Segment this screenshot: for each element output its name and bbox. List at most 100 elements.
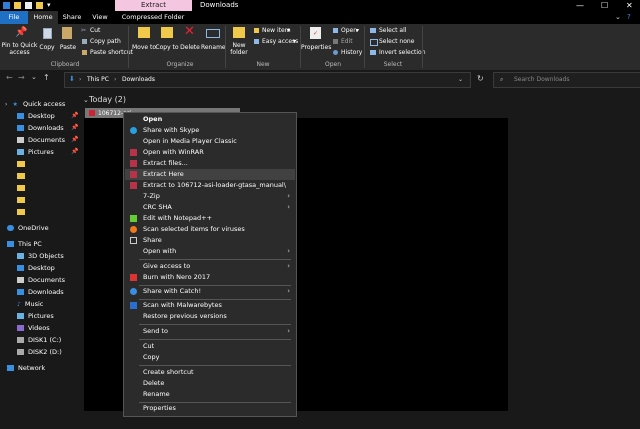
- nav-desktop[interactable]: Desktop: [17, 112, 55, 121]
- menu-item-extract-to[interactable]: Extract to 106712-asi-loader-gtasa_manua…: [125, 180, 295, 191]
- menu-item-open-with[interactable]: Open with ›: [125, 246, 295, 257]
- breadcrumb-this-pc[interactable]: This PC: [87, 76, 109, 83]
- close-icon[interactable]: ✕: [626, 1, 633, 10]
- explorer-icon: [3, 2, 10, 9]
- chevron-down-icon[interactable]: ⌄: [458, 76, 463, 83]
- menu-item-open-in-media-player-classic[interactable]: Open in Media Player Classic: [125, 136, 295, 147]
- video-icon: [17, 325, 24, 331]
- folder-icon[interactable]: [14, 2, 21, 9]
- nav-label: Documents: [28, 136, 66, 144]
- folder-icon[interactable]: [17, 209, 25, 215]
- drive-icon: [17, 337, 24, 343]
- menu-item-share-with-catch[interactable]: Share with Catch! ›: [125, 286, 295, 297]
- menu-label: Edit with Notepad++: [143, 214, 213, 222]
- new-folder-icon[interactable]: [36, 2, 43, 9]
- nav-onedrive[interactable]: OneDrive: [7, 224, 49, 233]
- tab-share[interactable]: Share: [58, 11, 86, 24]
- menu-item-edit-with-notepad[interactable]: Edit with Notepad++: [125, 213, 295, 224]
- address-bar[interactable]: ⬇ › This PC › Downloads › ⌄: [64, 72, 471, 88]
- menu-item-open-with-winrar[interactable]: Open with WinRAR: [125, 147, 295, 158]
- folder-icon[interactable]: [17, 197, 25, 203]
- nav-pictures-pc[interactable]: Pictures: [17, 312, 54, 321]
- search-input[interactable]: ⌕ Search Downloads: [493, 72, 640, 88]
- folder-icon[interactable]: [17, 185, 25, 191]
- nav-3d-objects[interactable]: 3D Objects: [17, 252, 64, 261]
- chevron-right-icon: ›: [287, 327, 290, 335]
- properties-icon[interactable]: [25, 2, 32, 9]
- menu-item-cut[interactable]: Cut: [125, 341, 295, 352]
- drive-icon: [17, 349, 24, 355]
- menu-item-extract-here[interactable]: Extract Here: [125, 169, 295, 180]
- up-arrow-icon[interactable]: ↑: [43, 74, 50, 82]
- nav-downloads[interactable]: Downloads: [17, 124, 64, 133]
- menu-item-scan-with-malwarebytes[interactable]: Scan with Malwarebytes: [125, 300, 295, 311]
- menu-item-crc-sha[interactable]: CRC SHA ›: [125, 202, 295, 213]
- nav-music[interactable]: ♪ Music: [17, 300, 43, 309]
- winrar-icon: [130, 149, 137, 156]
- menu-item-share[interactable]: Share: [125, 235, 295, 246]
- help-icon[interactable]: ?: [627, 13, 631, 21]
- downloads-arrow-icon: ⬇: [69, 75, 75, 83]
- forward-arrow-icon[interactable]: →: [18, 74, 25, 82]
- properties-label: Properties: [301, 44, 332, 51]
- menu-label: Open: [143, 115, 163, 123]
- nav-quick-access[interactable]: › ★ Quick access: [5, 100, 65, 109]
- breadcrumb-downloads[interactable]: Downloads: [122, 76, 155, 83]
- chevron-down-icon[interactable]: ▾: [47, 1, 51, 9]
- menu-item-properties[interactable]: Properties: [125, 403, 295, 414]
- nav-desktop-pc[interactable]: Desktop: [17, 264, 55, 273]
- menu-item-create-shortcut[interactable]: Create shortcut: [125, 367, 295, 378]
- nav-label: Network: [18, 364, 46, 372]
- clipboard-group-label: Clipboard: [50, 61, 80, 68]
- maximize-icon[interactable]: ☐: [601, 1, 608, 10]
- nav-downloads-pc[interactable]: Downloads: [17, 288, 64, 297]
- winrar-icon: [130, 160, 137, 167]
- refresh-icon[interactable]: ↻: [477, 75, 484, 83]
- nav-disk1[interactable]: DISK1 (C:): [17, 336, 61, 345]
- menu-label: Restore previous versions: [143, 312, 227, 320]
- nav-network[interactable]: Network: [7, 364, 45, 373]
- pin-icon[interactable]: 📌: [71, 136, 78, 143]
- folder-icon[interactable]: [17, 161, 25, 167]
- chevron-down-icon[interactable]: ⌄: [31, 74, 37, 81]
- tab-file[interactable]: File: [0, 11, 28, 24]
- nav-pictures[interactable]: Pictures: [17, 148, 54, 157]
- menu-item-7zip[interactable]: 7-Zip ›: [125, 191, 295, 202]
- menu-item-send-to[interactable]: Send to ›: [125, 326, 295, 337]
- rename-icon: [206, 29, 220, 38]
- menu-item-rename[interactable]: Rename: [125, 389, 295, 400]
- menu-item-copy[interactable]: Copy: [125, 352, 295, 363]
- select-none-label: Select none: [379, 38, 415, 45]
- menu-item-share-with-skype[interactable]: Share with Skype: [125, 125, 295, 136]
- menu-item-burn-with-nero[interactable]: Burn with Nero 2017: [125, 272, 295, 283]
- back-arrow-icon[interactable]: ←: [6, 74, 13, 82]
- nav-documents-pc[interactable]: Documents: [17, 276, 65, 285]
- tab-home[interactable]: Home: [28, 11, 58, 24]
- pin-icon[interactable]: 📌: [71, 124, 78, 131]
- menu-item-scan-for-viruses[interactable]: Scan selected items for viruses: [125, 224, 295, 235]
- group-header-today[interactable]: Today (2): [89, 95, 126, 104]
- minimize-icon[interactable]: —: [576, 1, 584, 10]
- nav-disk2[interactable]: DISK2 (D:): [17, 348, 62, 357]
- catch-icon: [130, 288, 137, 295]
- tab-view[interactable]: View: [86, 11, 114, 24]
- pin-icon[interactable]: 📌: [71, 112, 78, 119]
- pin-icon[interactable]: 📌: [71, 148, 78, 155]
- folder-icon[interactable]: [17, 173, 25, 179]
- nav-label: This PC: [18, 240, 42, 248]
- nav-documents[interactable]: Documents: [17, 136, 65, 145]
- nav-this-pc[interactable]: This PC: [7, 240, 42, 249]
- chevron-down-icon[interactable]: ⌄: [83, 96, 89, 104]
- menu-item-restore-previous-versions[interactable]: Restore previous versions: [125, 311, 295, 322]
- tab-compressed-folder-tools[interactable]: Compressed Folder Tools: [114, 11, 192, 34]
- chevron-down-icon[interactable]: ⌄: [615, 13, 621, 21]
- context-menu: Open Share with Skype Open in Media Play…: [123, 112, 297, 417]
- menu-item-extract-files[interactable]: Extract files...: [125, 158, 295, 169]
- desktop-icon: [17, 265, 24, 271]
- menu-item-delete[interactable]: Delete: [125, 378, 295, 389]
- copy-label: Copy: [39, 44, 55, 51]
- new-folder-label: New folder: [230, 42, 248, 56]
- menu-item-open[interactable]: Open: [125, 114, 295, 125]
- nav-videos[interactable]: Videos: [17, 324, 50, 333]
- menu-item-give-access-to[interactable]: Give access to ›: [125, 261, 295, 272]
